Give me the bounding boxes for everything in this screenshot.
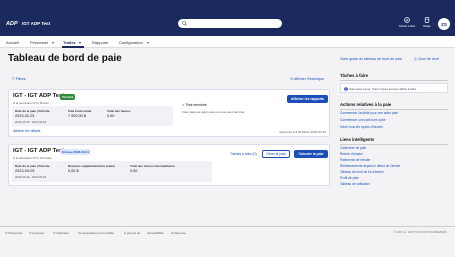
tasks-link[interactable]: Tâches à faire (0) — [230, 152, 257, 156]
gross-pay: 7 900,00 $ — [68, 114, 86, 118]
footer-link[interactable]: Cohérence — [171, 231, 186, 235]
footer-link[interactable]: Accessibilité — [147, 231, 164, 235]
smart-link[interactable]: Tableau de validation — [340, 182, 370, 186]
badge-icon[interactable] — [424, 17, 430, 23]
payroll-card-completed: IGT - IGT ADP Test Terminé À la quinzain… — [8, 89, 330, 137]
paid-label: Paie terminée — [185, 103, 207, 107]
calculate-payroll-button[interactable]: Calculer la paie — [294, 150, 328, 158]
col-header-gross: Paie brute totale — [68, 109, 92, 113]
footer-divider — [0, 226, 455, 227]
filter-label: Filtres — [15, 77, 26, 81]
col-header-date: Date de la paie | Période — [15, 164, 50, 168]
nav-item-accueil[interactable]: Accueil — [6, 40, 19, 45]
adp-logo: ADP — [6, 21, 18, 26]
footer-link-label: Optimiser — [56, 231, 70, 235]
action-link[interactable]: Commencer l'activité pour une autre paie — [340, 111, 398, 115]
guide-link[interactable]: Votre guide du tableau de bord de paie — [340, 57, 402, 61]
tasks-heading: Tâches à faire — [340, 73, 368, 78]
badge-label: Badge — [423, 25, 431, 28]
tasks-empty-box: Vous êtes à jour. Vous n'avez aucune tâc… — [340, 83, 448, 93]
footer-link[interactable]: À propos de — [124, 231, 140, 235]
chevron-down-icon: ▾ — [52, 40, 55, 45]
smart-link[interactable]: Paiements de retraite — [340, 158, 370, 162]
smart-link[interactable]: Calendrier de paie — [340, 146, 366, 150]
view-reports-button[interactable]: Afficher les rapports — [287, 95, 328, 103]
info-icon — [344, 87, 348, 91]
chevron-down-icon: ▾ — [147, 40, 150, 45]
pay-period: 2023-02-05 - 2023-02-18 — [15, 120, 47, 124]
payroll-card-pending: IGT - IGT ADP Test Échoue 2023-03-01 À l… — [8, 144, 330, 186]
smart-link[interactable]: Tableau de bord de fin d'année — [340, 170, 384, 174]
footer-link[interactable]: Commentaires en humidité — [78, 231, 114, 235]
avatar[interactable]: ZS — [438, 18, 450, 30]
total-hours: 0,00 — [107, 114, 115, 118]
nav-item-traitez[interactable]: Traitez — [63, 40, 76, 45]
divider — [340, 109, 448, 110]
divider — [340, 80, 448, 81]
extra-earnings: 0,00 $ — [68, 169, 79, 173]
footer-link-label: Lectures — [32, 231, 44, 235]
paid-status: ✓ Paie terminée — [182, 103, 207, 107]
col-header-earnings: Revenus supplémentaires totaux — [68, 164, 116, 168]
history-label: Afficher l'historique — [293, 77, 324, 81]
card-title: IGT - IGT ADP Test — [13, 148, 65, 154]
status-badge: Terminé — [60, 94, 76, 100]
whats-new-link[interactable]: ◎ Quoi de neuf — [414, 57, 439, 61]
paid-description: Votre paie est approuvée et nous avez te… — [182, 110, 245, 114]
nav-item-personnel[interactable]: Personnel — [30, 40, 48, 45]
action-link[interactable]: Commencer une paie hors cycle — [340, 118, 386, 122]
search-icon — [182, 21, 187, 26]
pay-period: 2023-02-19 - 2023-03-04 — [15, 175, 47, 179]
chevron-down-icon: ▾ — [79, 40, 82, 45]
copyright: © ADP, Inc. 2023 TOUS DROITS RÉSERVÉS — [394, 231, 447, 234]
actions-heading: Actions relatives à la paie — [340, 102, 392, 107]
nav-item-configuration[interactable]: Configuration — [119, 40, 143, 45]
card-subtitle: À la quinzaine N°4 | Normale — [13, 156, 52, 160]
tasks-empty-text: Vous êtes à jour. Vous n'avez aucune tâc… — [349, 87, 417, 91]
card-summary: Date de la paie | Période 2023-03-03 202… — [12, 161, 212, 182]
manage-payroll-button[interactable]: Gérer la paie — [262, 150, 290, 158]
active-tab-indicator — [62, 46, 84, 48]
links-heading: Liens intelligents — [340, 137, 375, 142]
pay-date: 2023-03-03 — [15, 169, 35, 173]
footer-link[interactable]: ⊙ Personnel — [5, 231, 22, 235]
smart-link[interactable]: Profil de paie — [340, 176, 359, 180]
footer-link[interactable]: ⊙ Optimiser — [53, 231, 69, 235]
top-bar: ADP IGT ADP Test Tâches à faire Badge ZS — [0, 0, 455, 36]
approval-text: Approuvé à 3:35 PM le 2023-02-16 — [279, 130, 326, 134]
divider — [340, 144, 448, 145]
tasks-icon[interactable] — [404, 17, 410, 23]
page-title: Tableau de bord de paie — [8, 53, 122, 64]
view-details-link[interactable]: Afficher les détails — [13, 129, 40, 133]
svg-text:ADP: ADP — [6, 21, 18, 26]
card-title: IGT - IGT ADP Test — [13, 93, 65, 99]
smart-link[interactable]: Redressements depuis le début de l'année — [340, 164, 400, 168]
action-link[interactable]: Gérer tous les cycles d'heures — [340, 125, 383, 129]
search-input[interactable] — [178, 19, 282, 28]
col-header-date: Date de la paie | Période — [15, 109, 50, 113]
card-subtitle: À la quinzaine N°3 | Bonus — [13, 101, 49, 105]
filter-button[interactable]: ⛉ Filtres — [12, 77, 26, 81]
card-summary: Date de la paie | Période 2023-02-23 202… — [12, 106, 173, 126]
smart-link[interactable]: Relevé d'emploi — [340, 152, 363, 156]
intermediate-hours: 0,00 — [130, 169, 138, 173]
nav-item-rapports[interactable]: Rapports — [92, 40, 108, 45]
col-header-hours: Total des heures intermédiaires — [130, 164, 175, 168]
main-nav: Accueil Personnel ▾ Traitez ▾ Rapports C… — [0, 36, 455, 48]
history-link[interactable]: ⟲ Afficher l'historique — [290, 77, 324, 81]
pay-date: 2023-02-23 — [15, 114, 35, 118]
app-title: IGT ADP Test — [22, 21, 51, 26]
footer-link[interactable]: ⊙ Lectures — [29, 231, 44, 235]
whats-new-label: Quoi de neuf — [418, 57, 439, 61]
due-badge: Échoue 2023-03-01 — [60, 149, 92, 155]
col-header-hours: Total des heures — [107, 109, 131, 113]
footer-link-label: Personnel — [8, 231, 22, 235]
tasks-label: Tâches à faire — [398, 25, 416, 28]
